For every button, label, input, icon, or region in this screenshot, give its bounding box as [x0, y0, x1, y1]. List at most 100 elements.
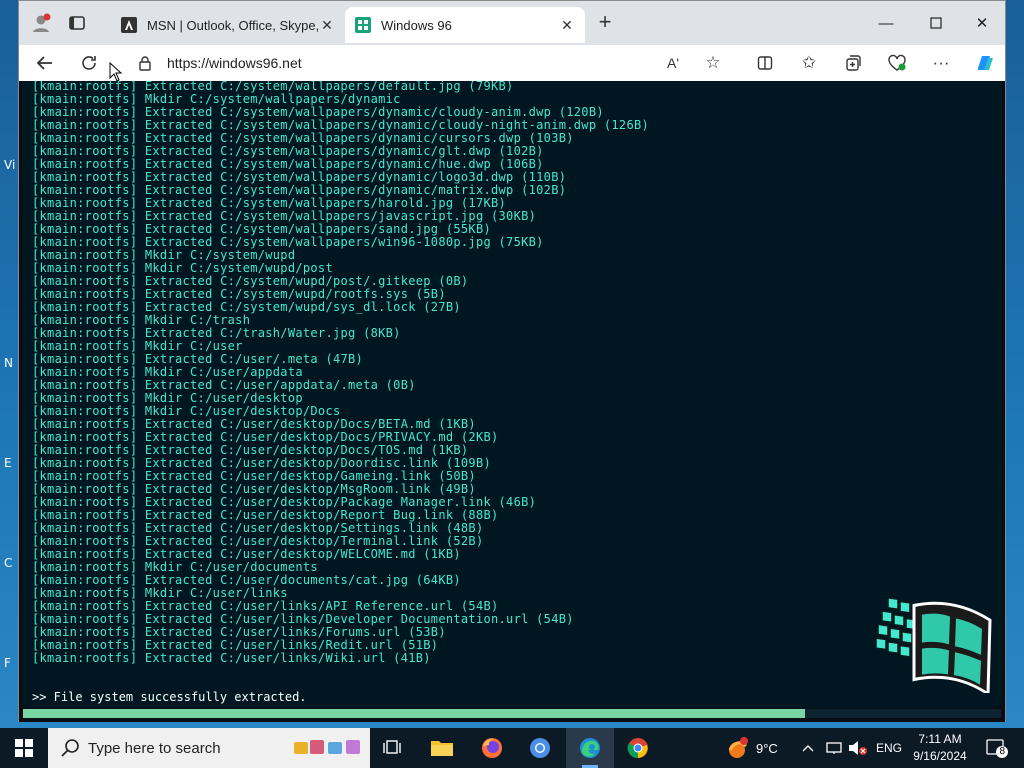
favorites-icon[interactable]: ✩	[795, 49, 823, 77]
profile-icon[interactable]	[27, 9, 55, 37]
tab-msn[interactable]: MSN | Outlook, Office, Skype, Bing ✕	[111, 7, 345, 43]
msn-favicon-icon	[121, 17, 137, 33]
show-hidden-icons-chevron-icon[interactable]	[802, 728, 818, 768]
search-highlight-icon[interactable]	[294, 738, 362, 758]
close-window-button[interactable]: ✕	[959, 9, 1005, 37]
clock-time: 7:11 AM	[918, 732, 962, 746]
copilot-icon[interactable]	[971, 49, 999, 77]
browser-window: MSN | Outlook, Office, Skype, Bing ✕ Win…	[18, 0, 1006, 722]
tab-actions-icon[interactable]	[63, 9, 91, 37]
terminal-line: [kmain:rootfs] Extracted C:/system/wupd/…	[32, 288, 446, 301]
desktop-icon-label[interactable]: C	[4, 556, 12, 570]
edge-icon[interactable]	[566, 728, 614, 768]
terminal-line: [kmain:rootfs] Extracted C:/system/wallp…	[32, 210, 537, 223]
collections-icon[interactable]	[839, 49, 867, 77]
taskbar: Type here to search 9°C ENG 7:11 AM 9/16…	[0, 728, 1024, 768]
minimize-button[interactable]: —	[863, 9, 909, 37]
terminal-line: [kmain:rootfs] Extracted C:/system/wallp…	[32, 119, 650, 132]
notification-center-button[interactable]: 8	[984, 736, 1008, 760]
terminal-line: [kmain:rootfs] Mkdir C:/user/documents	[32, 561, 318, 574]
taskbar-clock[interactable]: 7:11 AM 9/16/2024	[908, 731, 972, 765]
more-menu-icon[interactable]: ···	[927, 49, 955, 77]
chrome-icon[interactable]	[614, 728, 662, 768]
language-indicator[interactable]: ENG	[876, 728, 902, 768]
terminal-line: [kmain:rootfs] Extracted C:/system/wallp…	[32, 145, 544, 158]
lock-icon[interactable]	[137, 55, 153, 71]
windows96-favicon-icon	[355, 17, 371, 33]
terminal-line: [kmain:rootfs] Extracted C:/user/links/A…	[32, 600, 499, 613]
clock-date: 9/16/2024	[913, 749, 967, 763]
terminal-line: [kmain:rootfs] Extracted C:/system/wallp…	[32, 81, 514, 93]
terminal-line: [kmain:rootfs] Extracted C:/system/wallp…	[32, 197, 507, 210]
desktop-icon-label[interactable]: E	[4, 456, 12, 470]
search-icon	[61, 739, 79, 757]
terminal-line: [kmain:rootfs] Extracted C:/system/wupd/…	[32, 275, 469, 288]
progress-fill	[23, 709, 806, 718]
url-text[interactable]: https://windows96.net	[167, 55, 302, 71]
terminal-line: [kmain:rootfs] Extracted C:/user/desktop…	[32, 418, 476, 431]
terminal-line: [kmain:rootfs] Extracted C:/system/wallp…	[32, 132, 574, 145]
terminal-line: [kmain:rootfs] Extracted C:/user/desktop…	[32, 483, 476, 496]
close-tab-icon[interactable]: ✕	[319, 17, 335, 34]
favorite-star-icon[interactable]: ☆	[699, 49, 727, 77]
tab-title: Windows 96	[381, 17, 452, 33]
address-bar[interactable]: https://windows96.net	[123, 49, 735, 77]
windows96-logo-icon	[875, 596, 992, 693]
terminal-line: [kmain:rootfs] Extracted C:/user/.meta (…	[32, 353, 364, 366]
notification-count-badge: 8	[996, 746, 1008, 758]
boot-terminal: [kmain:rootfs] Extracted C:/system/wallp…	[22, 81, 1002, 708]
desktop-icon-label[interactable]: F	[4, 656, 11, 670]
terminal-line: [kmain:rootfs] Extracted C:/trash/Water.…	[32, 327, 401, 340]
terminal-line: [kmain:rootfs] Extracted C:/user/desktop…	[32, 444, 469, 457]
terminal-line: [kmain:rootfs] Mkdir C:/user/links	[32, 587, 288, 600]
terminal-line: [kmain:rootfs] Extracted C:/user/desktop…	[32, 431, 499, 444]
browser-essentials-icon[interactable]	[883, 49, 911, 77]
terminal-line: [kmain:rootfs] Extracted C:/user/appdata…	[32, 379, 416, 392]
tab-windows96[interactable]: Windows 96 ✕	[345, 7, 585, 43]
terminal-line: [kmain:rootfs] Extracted C:/user/links/F…	[32, 626, 446, 639]
desktop-icon-label[interactable]: N	[4, 356, 13, 370]
close-tab-icon[interactable]: ✕	[559, 17, 575, 34]
page-content: [kmain:rootfs] Extracted C:/system/wallp…	[19, 81, 1005, 722]
terminal-line: [kmain:rootfs] Extracted C:/user/desktop…	[32, 509, 499, 522]
new-tab-button[interactable]: +	[593, 11, 617, 35]
maximize-button[interactable]	[913, 9, 959, 37]
windows-start-icon	[15, 739, 33, 757]
read-aloud-icon[interactable]: Aʹ	[659, 49, 687, 77]
terminal-line: [kmain:rootfs] Mkdir C:/user	[32, 340, 243, 353]
terminal-line: [kmain:rootfs] Extracted C:/user/links/R…	[32, 639, 439, 652]
refresh-icon[interactable]	[75, 49, 103, 77]
terminal-line: [kmain:rootfs] Mkdir C:/system/wupd	[32, 249, 296, 262]
firefox-icon[interactable]	[468, 728, 516, 768]
mouse-cursor-icon	[109, 62, 123, 82]
task-view-icon[interactable]	[368, 728, 416, 768]
tab-title: MSN | Outlook, Office, Skype, Bing	[147, 17, 319, 33]
boot-progress-bar	[23, 709, 1001, 718]
terminal-line: [kmain:rootfs] Mkdir C:/user/desktop	[32, 392, 303, 405]
terminal-line: [kmain:rootfs] Extracted C:/system/wallp…	[32, 158, 544, 171]
terminal-line: [kmain:rootfs] Extracted C:/user/desktop…	[32, 522, 484, 535]
terminal-line: [kmain:rootfs] Extracted C:/user/documen…	[32, 574, 461, 587]
terminal-line: [kmain:rootfs] Extracted C:/user/desktop…	[32, 496, 537, 509]
volume-muted-icon[interactable]	[848, 728, 868, 768]
terminal-line: [kmain:rootfs] Mkdir C:/trash	[32, 314, 251, 327]
search-placeholder: Type here to search	[88, 739, 221, 757]
terminal-line: [kmain:rootfs] Extracted C:/user/desktop…	[32, 535, 484, 548]
split-screen-icon[interactable]	[751, 49, 779, 77]
terminal-line: [kmain:rootfs] Extracted C:/user/links/D…	[32, 613, 574, 626]
browser-toolbar: https://windows96.net Aʹ ☆ ✩ ···	[19, 45, 1005, 81]
terminal-line: [kmain:rootfs] Extracted C:/user/desktop…	[32, 470, 476, 483]
terminal-line: [kmain:rootfs] Extracted C:/user/desktop…	[32, 548, 461, 561]
network-icon[interactable]	[826, 728, 842, 768]
file-explorer-icon[interactable]	[418, 728, 466, 768]
taskbar-search-box[interactable]: Type here to search	[48, 728, 370, 768]
terminal-line: [kmain:rootfs] Mkdir C:/system/wupd/post	[32, 262, 333, 275]
chromium-icon[interactable]	[516, 728, 564, 768]
back-arrow-icon[interactable]	[31, 49, 59, 77]
terminal-line: [kmain:rootfs] Extracted C:/system/wallp…	[32, 184, 567, 197]
terminal-line: [kmain:rootfs] Extracted C:/system/wallp…	[32, 171, 567, 184]
weather-widget[interactable]: 9°C	[724, 728, 778, 768]
terminal-line: [kmain:rootfs] Mkdir C:/user/desktop/Doc…	[32, 405, 341, 418]
desktop-icon-label[interactable]: Vi	[4, 158, 15, 172]
start-button[interactable]	[0, 728, 48, 768]
